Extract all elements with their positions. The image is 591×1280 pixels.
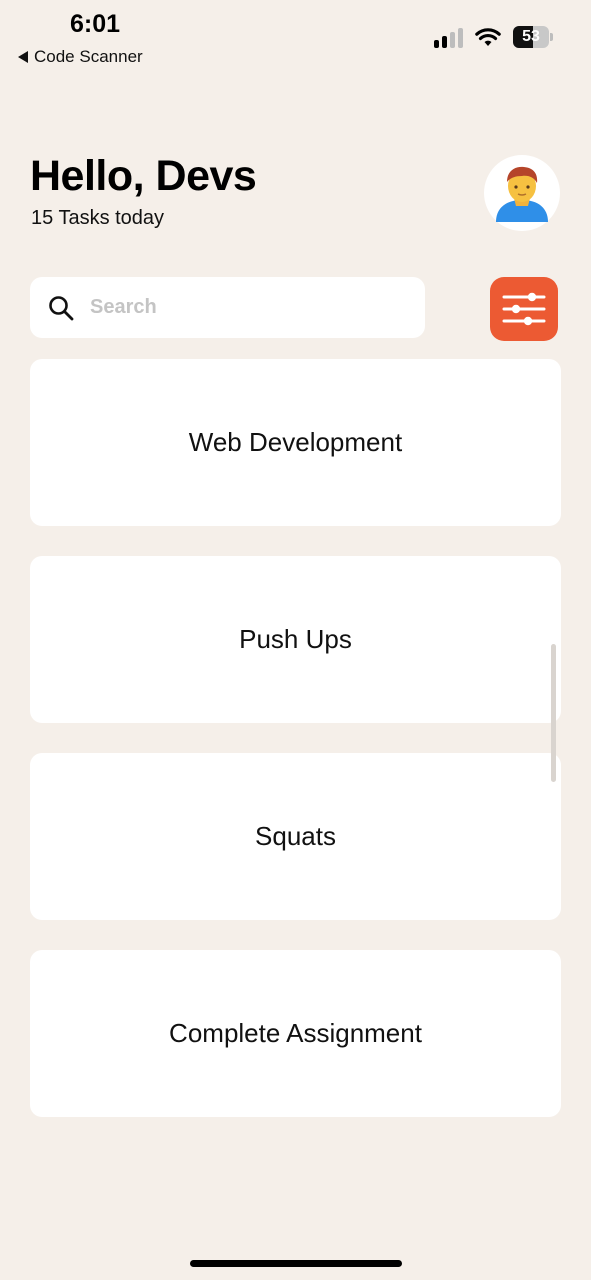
sliders-icon <box>502 292 546 326</box>
task-title: Web Development <box>188 427 403 457</box>
task-card[interactable]: Squats <box>30 753 561 920</box>
tasks-count-subtitle: 15 Tasks today <box>31 207 165 229</box>
back-to-app-link[interactable]: Code Scanner <box>18 47 143 67</box>
status-time: 6:01 <box>70 10 121 38</box>
cellular-signal-icon <box>434 26 463 48</box>
task-card[interactable]: Push Ups <box>30 556 561 723</box>
search-bar[interactable] <box>30 277 425 338</box>
back-triangle-icon <box>18 51 28 63</box>
home-indicator[interactable] <box>190 1260 402 1267</box>
status-indicators: 53 <box>434 26 553 48</box>
person-avatar-icon <box>496 166 548 222</box>
task-title: Complete Assignment <box>169 1018 422 1048</box>
task-card[interactable]: Web Development <box>30 359 561 526</box>
filter-button[interactable] <box>490 277 558 341</box>
wifi-icon <box>475 28 501 46</box>
avatar[interactable] <box>484 155 560 231</box>
task-title: Push Ups <box>239 624 352 654</box>
task-title: Squats <box>255 821 336 851</box>
back-app-label: Code Scanner <box>34 47 143 66</box>
search-icon <box>49 295 74 320</box>
page-title: Hello, Devs <box>30 152 257 200</box>
app-screen: 6:01 Code Scanner 53 Hello, Devs 15 Task… <box>0 0 591 1280</box>
task-card[interactable]: Complete Assignment <box>30 950 561 1117</box>
search-input[interactable] <box>90 296 390 319</box>
battery-level: 53 <box>522 28 540 45</box>
scrollbar[interactable] <box>551 644 556 782</box>
battery-icon: 53 <box>513 26 553 48</box>
